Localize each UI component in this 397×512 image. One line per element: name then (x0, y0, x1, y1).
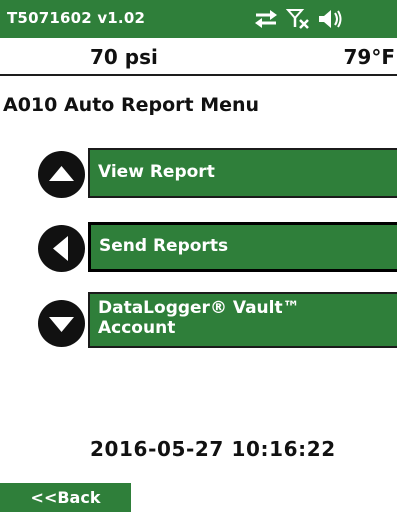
down-arrow-icon[interactable] (38, 300, 85, 347)
up-arrow-icon[interactable] (38, 151, 85, 198)
datetime-display: 2016-05-27 10:16:22 (90, 437, 336, 461)
send-reports-button[interactable]: Send Reports (88, 222, 397, 272)
device-id-label: T5071602 v1.02 (7, 9, 146, 27)
temperature-reading: 79°F (343, 45, 396, 69)
page-title: A010 Auto Report Menu (3, 94, 260, 116)
sync-arrows-icon (253, 9, 279, 29)
view-report-button[interactable]: View Report (88, 148, 397, 198)
status-bar: T5071602 v1.02 (0, 0, 397, 38)
no-signal-icon (286, 7, 310, 31)
speaker-icon (317, 8, 343, 30)
status-icons (253, 5, 343, 33)
menu-item-datalogger-vault[interactable]: DataLogger® Vault™ Account (38, 292, 397, 350)
menu-item-view-report[interactable]: View Report (38, 148, 397, 200)
back-button[interactable]: <<Back (0, 483, 131, 512)
pressure-reading: 70 psi (90, 45, 158, 69)
readings-bar: 70 psi 79°F (0, 40, 397, 76)
menu-item-send-reports[interactable]: Send Reports (38, 222, 397, 274)
datalogger-vault-account-button[interactable]: DataLogger® Vault™ Account (88, 292, 397, 348)
left-arrow-icon[interactable] (38, 225, 85, 272)
